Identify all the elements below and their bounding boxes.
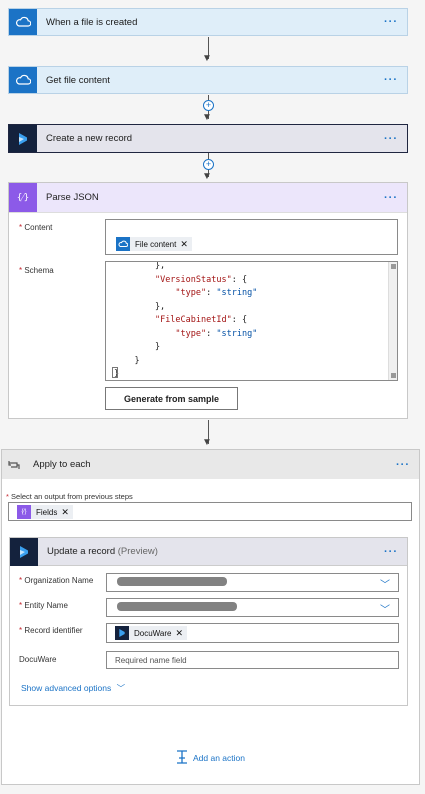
schema-code: }, "VersionStatus": { "type": "string" }… (114, 261, 258, 380)
schema-line: "type": "string" (175, 328, 258, 339)
insert-step-plus-icon[interactable]: + (203, 159, 214, 170)
step-title: Update a record (47, 546, 116, 557)
onedrive-cloud-icon (116, 237, 130, 251)
remove-token-icon[interactable]: ✕ (180, 239, 188, 250)
chevron-down-icon: ﹀ (116, 683, 126, 693)
organization-name-dropdown[interactable]: ﹀ (106, 573, 399, 592)
step-get-file-content[interactable]: Get file content ··· (8, 66, 408, 94)
fields-token[interactable]: {⁄} Fields ✕ (17, 505, 73, 519)
apply-to-each-header[interactable]: Apply to each ··· (2, 450, 419, 479)
file-content-token[interactable]: File content ✕ (116, 237, 192, 251)
content-field[interactable]: File content ✕ (105, 219, 398, 255)
remove-token-icon[interactable]: ✕ (61, 507, 69, 518)
schema-line: }, (114, 261, 166, 271)
schema-label: * Schema (19, 266, 54, 275)
more-options-button[interactable]: ··· (384, 133, 407, 145)
braces-icon: {⁄} (9, 183, 37, 212)
step-title: Apply to each (33, 459, 91, 470)
redacted-value (117, 602, 237, 611)
add-action-icon (176, 750, 188, 766)
schema-editor[interactable]: }, "VersionStatus": { "type": "string" }… (105, 261, 398, 381)
update-record-card: Update a record (Preview) ··· * Organiza… (9, 537, 408, 706)
chevron-down-icon: ﹀ (380, 605, 390, 616)
step-title: Create a new record (46, 133, 133, 144)
docuware-token[interactable]: DocuWare ✕ (115, 626, 188, 640)
scrollbar[interactable] (388, 262, 397, 380)
select-output-label: * Select an output from previous steps (6, 492, 133, 501)
arrow-down-icon: ▼ (202, 171, 212, 182)
cursor-bracket (112, 367, 118, 378)
content-label: * Content (19, 223, 53, 232)
dynamics-icon (9, 125, 37, 152)
more-options-button[interactable]: ··· (384, 16, 407, 28)
parse-json-header[interactable]: {⁄} Parse JSON ··· (9, 183, 407, 213)
schema-line: "VersionStatus": { (154, 274, 248, 285)
arrow-down-icon: ▼ (202, 437, 212, 448)
step-when-file-created[interactable]: When a file is created ··· (8, 8, 408, 36)
schema-line: } (114, 342, 161, 352)
parse-json-card: {⁄} Parse JSON ··· * Content File conten… (8, 182, 408, 419)
step-title: Get file content (46, 74, 110, 86)
schema-line: } (114, 355, 140, 366)
arrow-down-icon: ▼ (202, 53, 212, 64)
dynamics-icon (10, 537, 38, 566)
update-record-header[interactable]: Update a record (Preview) ··· (10, 537, 407, 566)
step-title: Parse JSON (46, 192, 99, 203)
organization-name-label: * Organization Name (19, 576, 94, 585)
show-advanced-options-link[interactable]: Show advanced options ﹀ (21, 682, 125, 694)
step-create-new-record[interactable]: Create a new record ··· (8, 124, 408, 153)
schema-line: "FileCabinetId": { (154, 315, 248, 325)
schema-line: }, (114, 301, 166, 312)
record-identifier-field[interactable]: DocuWare ✕ (106, 623, 399, 643)
arrow-down-icon: ▼ (202, 112, 212, 123)
onedrive-cloud-icon (9, 67, 37, 93)
step-title: When a file is created (46, 16, 138, 28)
preview-badge: (Preview) (117, 546, 158, 557)
dynamics-icon (115, 626, 129, 640)
remove-token-icon[interactable]: ✕ (176, 628, 184, 639)
generate-from-sample-button[interactable]: Generate from sample (105, 387, 238, 410)
schema-line: } (114, 369, 120, 379)
chevron-down-icon: ﹀ (380, 580, 390, 591)
docuware-label: DocuWare (19, 655, 57, 664)
entity-name-dropdown[interactable]: ﹀ (106, 598, 399, 617)
apply-to-each-container: Apply to each ··· * Select an output fro… (1, 449, 420, 785)
more-options-button[interactable]: ··· (384, 546, 407, 558)
onedrive-cloud-icon (9, 9, 37, 35)
more-options-button[interactable]: ··· (384, 192, 407, 204)
redacted-value (117, 577, 227, 586)
entity-name-label: * Entity Name (19, 601, 68, 610)
more-options-button[interactable]: ··· (396, 459, 419, 471)
insert-step-plus-icon[interactable]: + (203, 100, 214, 111)
schema-line: "type": "string" (175, 288, 258, 298)
docuware-placeholder: Required name field (115, 656, 187, 665)
docuware-input[interactable]: Required name field (106, 651, 399, 669)
add-an-action-button[interactable]: Add an action (176, 750, 245, 766)
select-output-field[interactable]: {⁄} Fields ✕ (8, 502, 412, 521)
more-options-button[interactable]: ··· (384, 74, 407, 86)
loop-icon (2, 450, 26, 479)
record-identifier-label: * Record identifier (19, 626, 83, 635)
braces-icon: {⁄} (17, 505, 31, 519)
